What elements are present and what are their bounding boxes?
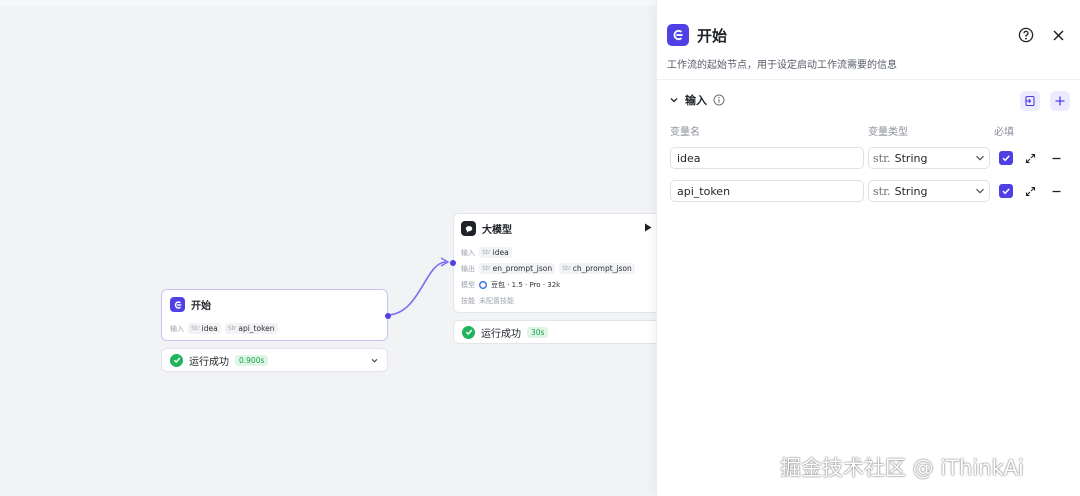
variable-name-input[interactable]: idea [670, 147, 864, 169]
variable-type-value: String [894, 151, 928, 165]
watermark: 掘金技术社区 @ iThinkAi [780, 456, 1024, 480]
llm-time-badge: 30s [527, 326, 549, 338]
llm-output-chip: Str ch_prompt_json [559, 263, 635, 274]
doubao-model-icon [479, 281, 487, 289]
llm-output-label: 输出 [461, 264, 475, 273]
llm-input-chip: Str idea [479, 247, 512, 258]
start-node-icon [170, 297, 185, 312]
expand-icon[interactable] [1023, 184, 1037, 198]
llm-model-label: 模型 [461, 281, 475, 289]
start-status-bar[interactable]: 运行成功 0.900s [161, 348, 388, 372]
llm-model-value: 豆包 · 1.5 · Pro · 32k [491, 281, 561, 289]
column-header-type: 变量类型 [868, 127, 908, 138]
start-node-icon [667, 24, 689, 46]
success-check-icon [462, 325, 475, 339]
panel-description: 工作流的起始节点，用于设定启动工作流需要的信息 [667, 60, 897, 71]
chevron-down-icon [975, 153, 985, 163]
input-section-title: 输入 [685, 94, 707, 107]
llm-skill-value: 未配置技能 [479, 297, 514, 305]
start-time-badge: 0.900s [235, 354, 269, 366]
panel-divider [657, 79, 1080, 80]
add-variable-button[interactable] [1050, 91, 1070, 111]
chevron-down-icon[interactable] [370, 356, 379, 365]
chevron-down-icon [975, 186, 985, 196]
workflow-canvas[interactable]: 开始 输入 Str idea Str api_token 运行成功 0.900s 大… [0, 0, 656, 496]
import-button[interactable] [1020, 91, 1040, 111]
start-node-title: 开始 [191, 301, 211, 312]
start-param-chip: Str idea [188, 323, 221, 334]
required-checkbox[interactable] [999, 151, 1013, 165]
string-type-icon: str. [873, 184, 891, 198]
llm-status-text: 运行成功 [481, 328, 521, 340]
panel-title: 开始 [697, 26, 728, 45]
start-param-chip: Str api_token [224, 323, 278, 334]
string-type-icon: str. [873, 151, 891, 165]
required-checkbox[interactable] [999, 184, 1013, 198]
llm-node[interactable]: 大模型 输入 Str idea 输出 Str en_prompt_json Str c… [450, 213, 656, 313]
remove-variable-icon[interactable] [1049, 151, 1063, 165]
play-icon[interactable] [644, 223, 652, 232]
llm-input-port[interactable] [450, 260, 456, 266]
start-output-port[interactable] [385, 313, 391, 319]
llm-node-title: 大模型 [482, 225, 512, 236]
canvas-top-border [0, 0, 656, 6]
start-node[interactable]: 开始 输入 Str idea Str api_token [161, 289, 391, 341]
llm-status-bar[interactable]: 运行成功 30s [453, 320, 656, 344]
column-header-name: 变量名 [670, 127, 700, 138]
llm-input-label: 输入 [461, 248, 475, 257]
help-icon[interactable] [1017, 26, 1035, 44]
llm-output-chip: Str en_prompt_json [479, 263, 556, 274]
variable-name-input[interactable]: api_token [670, 180, 864, 202]
info-icon[interactable] [713, 94, 725, 106]
variable-type-value: String [894, 184, 928, 198]
llm-node-icon [461, 221, 476, 236]
llm-skill-label: 技能 [461, 297, 475, 305]
start-status-text: 运行成功 [189, 356, 229, 368]
success-check-icon [170, 353, 183, 367]
remove-variable-icon[interactable] [1049, 184, 1063, 198]
column-header-required: 必填 [994, 127, 1014, 138]
variable-type-select[interactable]: str. String [868, 180, 990, 202]
expand-icon[interactable] [1023, 151, 1037, 165]
node-config-panel: 开始 工作流的起始节点，用于设定启动工作流需要的信息 输入 变量名 变量类型 必… [656, 0, 1080, 496]
close-icon[interactable] [1049, 26, 1067, 44]
variable-type-select[interactable]: str. String [868, 147, 990, 169]
start-input-label: 输入 [170, 324, 184, 333]
collapse-chevron-icon[interactable] [669, 95, 679, 105]
